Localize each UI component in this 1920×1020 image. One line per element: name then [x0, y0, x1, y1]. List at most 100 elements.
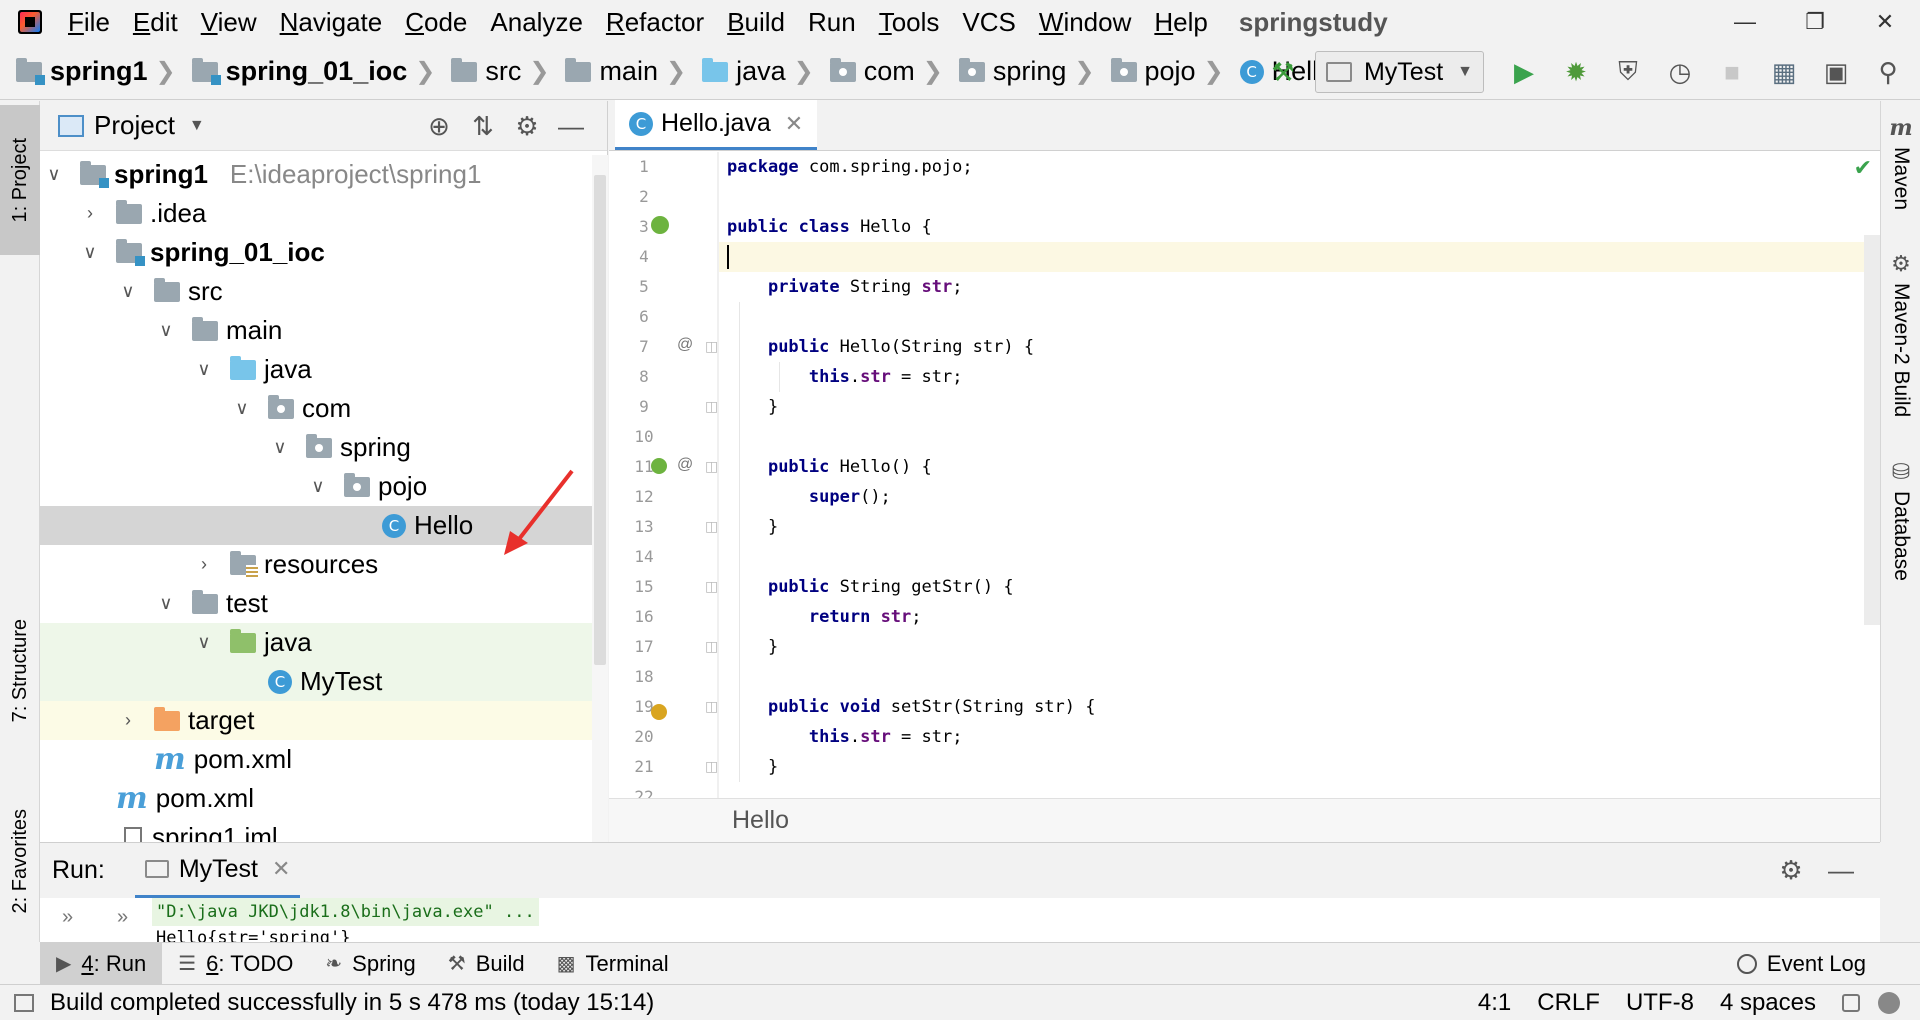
tree-item-spring[interactable]: ∨ spring — [40, 428, 608, 467]
editor-breadcrumb[interactable]: Hello — [609, 798, 1880, 842]
chevron-down-icon[interactable]: ∨ — [154, 320, 178, 341]
project-panel-title[interactable]: Project — [94, 110, 175, 141]
tree-item-idea[interactable]: › .idea — [40, 194, 608, 233]
menu-window[interactable]: Window — [1039, 7, 1131, 38]
expand-icon[interactable]: » — [40, 898, 95, 943]
search-icon[interactable]: ⚲ — [1868, 52, 1908, 92]
menu-refactor[interactable]: Refactor — [606, 7, 704, 38]
tree-item-java[interactable]: ∨ java — [40, 350, 608, 389]
project-scrollbar[interactable] — [592, 155, 608, 842]
spring-method-icon[interactable] — [651, 458, 667, 474]
menu-file[interactable]: File — [68, 7, 110, 38]
tree-item-spring-01-ioc[interactable]: ∨ spring_01_ioc — [40, 233, 608, 272]
toolwindow-todo[interactable]: ☰ 6: TODO — [162, 943, 309, 985]
run-tab-mytest[interactable]: MyTest ✕ — [134, 843, 301, 898]
editor-scrollbar[interactable] — [1864, 235, 1880, 625]
toolwindow-terminal[interactable]: ▩ Terminal — [541, 943, 685, 985]
event-log-button[interactable]: Event Log — [1736, 943, 1866, 985]
breadcrumb-spring-01-ioc[interactable]: spring_01_ioc ❯ — [191, 56, 435, 87]
tab-favorites[interactable]: 2: Favorites — [0, 781, 40, 941]
tab-maven-2-build[interactable]: ⚙ Maven-2 Build — [1881, 251, 1920, 417]
spring-bean-icon[interactable] — [651, 216, 669, 234]
chevron-right-icon[interactable]: › — [78, 203, 102, 224]
chevron-down-icon[interactable]: ∨ — [306, 476, 330, 497]
hide-panel-icon[interactable]: — — [549, 111, 593, 142]
indent-setting[interactable]: 4 spaces — [1720, 989, 1816, 1017]
annotation-at-icon[interactable]: @ — [677, 456, 693, 474]
close-window-icon[interactable]: ✕ — [1850, 0, 1920, 44]
tree-item-main[interactable]: ∨ main — [40, 311, 608, 350]
tree-item-target[interactable]: › target — [40, 701, 608, 740]
toolwindow-spring[interactable]: ❧ Spring — [309, 943, 431, 985]
layout-icon[interactable]: ▣ — [1816, 52, 1856, 92]
gear-icon[interactable]: ⚙ — [1766, 855, 1816, 886]
menu-view[interactable]: View — [201, 7, 257, 38]
toolwindow-build[interactable]: ⚒ Build — [432, 943, 541, 985]
project-structure-icon[interactable]: ▦ — [1764, 52, 1804, 92]
annotation-at-icon[interactable]: @ — [677, 336, 693, 354]
menu-build[interactable]: Build — [727, 7, 785, 38]
run-configuration-select[interactable]: MyTest ▼ — [1314, 51, 1484, 93]
chevron-down-icon[interactable]: ∨ — [116, 281, 140, 302]
coverage-icon[interactable]: ⛨ — [1608, 52, 1648, 92]
breadcrumb-src[interactable]: src ❯ — [451, 56, 549, 87]
tree-item-iml[interactable]: spring1.iml — [40, 818, 608, 842]
gear-icon[interactable]: ⚙ — [505, 111, 549, 142]
build-hammer-icon[interactable]: ⚒ — [1263, 52, 1303, 92]
caret-position[interactable]: 4:1 — [1478, 989, 1511, 1017]
chevron-down-icon[interactable]: ▼ — [189, 117, 205, 135]
profile-icon[interactable]: ◷ — [1660, 52, 1700, 92]
tab-structure[interactable]: 7: Structure — [0, 591, 40, 751]
console-output[interactable]: "D:\java JKD\jdk1.8\bin\java.exe" ... He… — [152, 898, 539, 946]
menu-tools[interactable]: Tools — [879, 7, 940, 38]
breadcrumb-java[interactable]: java ❯ — [702, 56, 814, 87]
restore-icon[interactable]: ❐ — [1780, 0, 1850, 44]
chevron-down-icon[interactable]: ∨ — [230, 398, 254, 419]
chevron-down-icon[interactable]: ∨ — [192, 359, 216, 380]
close-tab-icon[interactable]: ✕ — [272, 856, 290, 882]
run-icon[interactable]: ▶ — [1504, 52, 1544, 92]
breadcrumb-main[interactable]: main ❯ — [565, 56, 686, 87]
chevron-right-icon[interactable]: › — [116, 710, 140, 731]
stop-icon[interactable]: ■ — [1712, 52, 1752, 92]
expand-icon[interactable]: » — [95, 898, 150, 943]
minimize-icon[interactable]: — — [1710, 0, 1780, 44]
tab-database[interactable]: ⛁ Database — [1881, 459, 1920, 581]
tree-item-spring1[interactable]: ∨ spring1 E:\ideaproject\spring1 — [40, 155, 608, 194]
property-setter-icon[interactable] — [651, 704, 667, 720]
tree-item-src[interactable]: ∨ src — [40, 272, 608, 311]
tab-project[interactable]: 1: Project — [0, 105, 40, 255]
breadcrumb-pojo[interactable]: pojo ❯ — [1110, 56, 1224, 87]
breadcrumb-spring[interactable]: spring ❯ — [958, 56, 1095, 87]
breadcrumb-com[interactable]: com ❯ — [829, 56, 943, 87]
chevron-down-icon[interactable]: ∨ — [192, 632, 216, 653]
hide-panel-icon[interactable]: — — [1816, 855, 1866, 886]
file-encoding[interactable]: UTF-8 — [1626, 989, 1694, 1017]
chevron-down-icon[interactable]: ∨ — [42, 164, 66, 185]
status-message[interactable]: Build completed successfully in 5 s 478 … — [50, 989, 654, 1017]
menu-navigate[interactable]: Navigate — [280, 7, 383, 38]
tree-item-pom-root[interactable]: m pom.xml — [40, 779, 608, 818]
menu-edit[interactable]: Edit — [133, 7, 178, 38]
line-separator[interactable]: CRLF — [1537, 989, 1600, 1017]
locate-icon[interactable]: ⊕ — [417, 111, 461, 142]
chevron-down-icon[interactable]: ∨ — [154, 593, 178, 614]
toolwindow-run[interactable]: ▶ 4: Run — [40, 942, 163, 985]
tab-maven[interactable]: m Maven — [1881, 115, 1920, 210]
tree-item-mytest[interactable]: C MyTest — [40, 662, 608, 701]
chevron-right-icon[interactable]: › — [192, 554, 216, 575]
menu-vcs[interactable]: VCS — [962, 7, 1015, 38]
chevron-down-icon[interactable]: ∨ — [268, 437, 292, 458]
code-area[interactable]: 1 2 3 4 5 6 7 8 9 10 11 12 13 14 15 16 1… — [609, 152, 1880, 798]
toggle-tool-windows-icon[interactable] — [14, 993, 34, 1012]
lock-icon[interactable] — [1842, 994, 1860, 1012]
debug-icon[interactable]: ✹ — [1556, 52, 1596, 92]
tree-item-pom-module[interactable]: m pom.xml — [40, 740, 608, 779]
tree-item-test-java[interactable]: ∨ java — [40, 623, 608, 662]
tab-hello-java[interactable]: C Hello.java ✕ — [615, 100, 818, 150]
menu-analyze[interactable]: Analyze — [490, 7, 583, 38]
inspector-face-icon[interactable] — [1878, 992, 1900, 1014]
collapse-all-icon[interactable]: ⇅ — [461, 111, 505, 142]
menu-help[interactable]: Help — [1154, 7, 1207, 38]
menu-code[interactable]: Code — [405, 7, 467, 38]
